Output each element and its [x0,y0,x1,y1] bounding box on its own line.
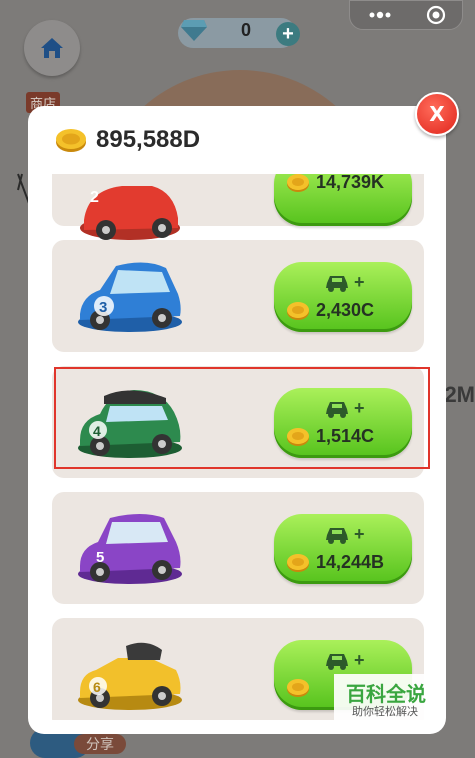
car-item: 5 + 14,244B [52,492,424,604]
home-icon [41,38,63,58]
car-add-icon [326,527,348,544]
car-icon: 3 [78,262,182,332]
coin-icon [56,129,86,152]
background-value-text: 2M [444,382,475,407]
close-modal-button[interactable]: X [415,92,459,136]
coin-icon [287,174,309,192]
car-price: 2,430C [316,300,375,320]
selection-highlight [54,367,430,469]
car-add-icon [326,653,348,670]
home-button[interactable] [24,20,80,76]
watermark: 百科全说 助你轻松解决 [334,674,442,720]
buy-car-button[interactable]: + 14,244B [274,514,412,584]
car-icon: 5 [78,514,182,584]
share-button[interactable]: 分享 [74,734,126,754]
coin-icon [287,301,309,320]
coin-icon [287,553,309,572]
car-icon: 2 [80,186,180,240]
plus-label: + [354,272,365,292]
plus-label: + [354,650,365,670]
car-add-icon [326,275,348,292]
car-number-label: 2 [90,189,99,206]
car-price: 14,739K [316,174,385,192]
watermark-subtitle: 助你轻松解决 [352,706,418,718]
car-price: 14,244B [316,552,385,572]
close-miniapp-icon[interactable] [425,4,447,26]
mini-program-capsule [349,0,463,30]
more-dots-icon[interactable] [366,10,394,20]
plus-label: + [354,524,365,544]
car-icon: 6 [78,642,182,710]
buy-car-button[interactable]: + 2,430C [274,262,412,332]
close-icon: X [429,102,445,126]
coin-icon [287,679,309,697]
car-number-label: 6 [93,679,101,695]
add-gems-button[interactable]: + [276,22,300,46]
gem-count: 0 [240,20,251,40]
buy-car-button[interactable]: 14,739K [274,174,412,226]
coin-balance: 895,588D [96,126,201,153]
car-item: 2 14,739K [52,174,424,240]
car-number-label: 3 [99,299,107,316]
car-number-label: 5 [96,549,104,566]
diamond-icon [181,20,207,41]
car-item: 3 + 2,430C [52,240,424,352]
